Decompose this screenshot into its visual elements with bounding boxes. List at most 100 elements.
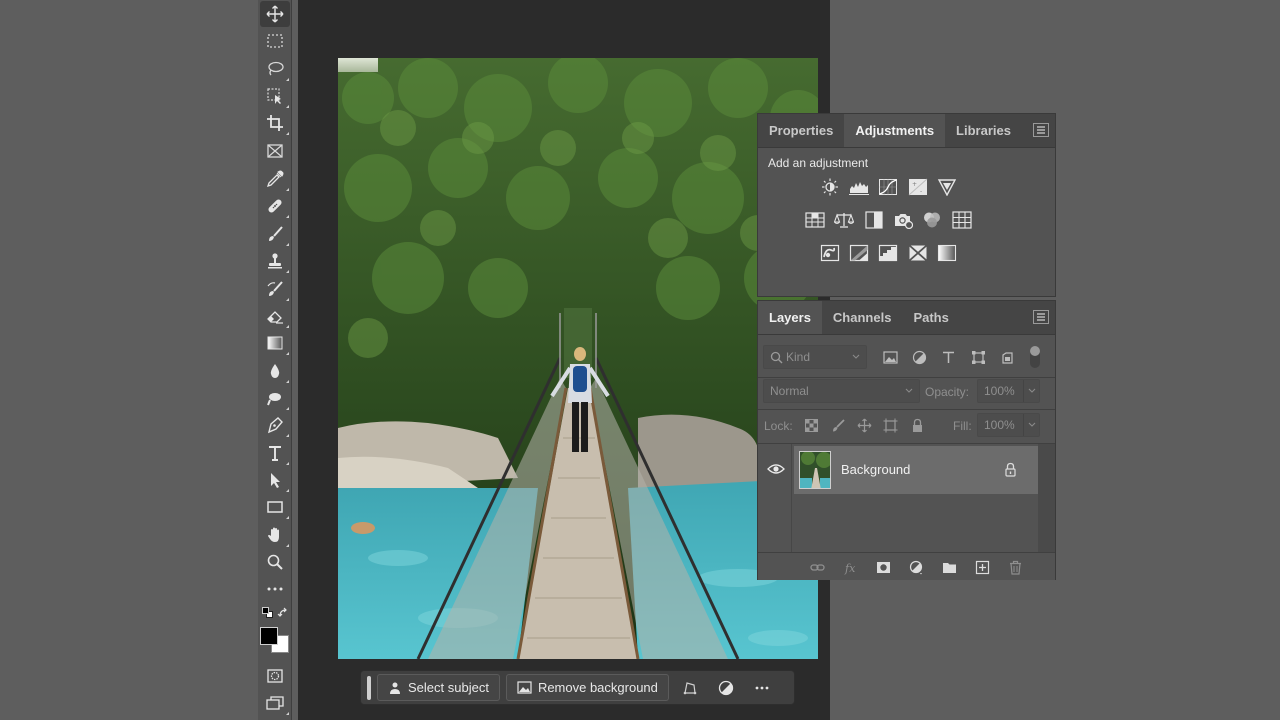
lock-position-icon[interactable]: [855, 416, 873, 434]
lock-all-icon[interactable]: [908, 416, 926, 434]
color-lookup-icon[interactable]: [951, 210, 973, 230]
filter-smart-object-icon[interactable]: [998, 348, 1016, 366]
new-adjustment-layer-icon[interactable]: [907, 558, 925, 576]
tab-properties[interactable]: Properties: [758, 114, 844, 147]
tab-adjustments[interactable]: Adjustments: [844, 114, 946, 147]
more-options-button[interactable]: [747, 674, 777, 701]
new-group-icon[interactable]: [940, 558, 958, 576]
foreground-color-swatch[interactable]: [260, 627, 278, 645]
swap-colors-icon[interactable]: [277, 606, 289, 618]
quick-mask-button[interactable]: [260, 663, 290, 689]
brush-tool[interactable]: [260, 221, 290, 247]
lock-image-pixels-icon[interactable]: [829, 416, 847, 434]
photo-filter-icon[interactable]: [892, 210, 914, 230]
brush-icon: [269, 226, 283, 241]
photo-suspension-bridge: [338, 58, 818, 659]
move-tool[interactable]: [260, 1, 290, 27]
filter-shape-icon[interactable]: [969, 348, 987, 366]
tab-layers[interactable]: Layers: [758, 301, 822, 334]
delete-layer-icon[interactable]: [1006, 558, 1024, 576]
new-layer-icon[interactable]: [973, 558, 991, 576]
image-icon: [517, 681, 532, 694]
opacity-value: 100%: [984, 384, 1015, 398]
color-balance-icon[interactable]: [833, 210, 855, 230]
lock-transparent-pixels-icon[interactable]: [802, 416, 820, 434]
path-select-tool[interactable]: [260, 467, 290, 493]
select-subject-button[interactable]: Select subject: [377, 674, 500, 701]
layer-filter-kind-select[interactable]: Kind: [763, 345, 867, 369]
tab-channels[interactable]: Channels: [822, 301, 903, 334]
ellipsis-icon: [267, 587, 283, 591]
move-icon: [266, 5, 284, 23]
fill-input[interactable]: 100%: [977, 413, 1040, 437]
gradient-map-icon[interactable]: [936, 243, 958, 263]
layer-lock-icon[interactable]: [1004, 462, 1018, 477]
remove-background-label: Remove background: [537, 680, 658, 695]
brightness-contrast-icon[interactable]: [819, 177, 841, 197]
screen-mode-button[interactable]: [260, 690, 290, 716]
filter-type-icon[interactable]: [939, 348, 957, 366]
transform-icon: [683, 681, 697, 694]
channel-mixer-icon[interactable]: [921, 210, 943, 230]
link-layers-icon[interactable]: [808, 558, 826, 576]
opacity-input[interactable]: 100%: [977, 379, 1040, 403]
blend-mode-select[interactable]: Normal: [763, 379, 920, 403]
zoom-tool[interactable]: [260, 549, 290, 575]
exposure-icon[interactable]: + -: [907, 177, 929, 197]
rectangle-tool[interactable]: [260, 494, 290, 520]
crop-icon: [267, 115, 283, 131]
remove-background-button[interactable]: Remove background: [505, 674, 669, 701]
document-image[interactable]: [338, 58, 818, 659]
dodge-tool[interactable]: [260, 385, 290, 411]
default-colors-icon[interactable]: [262, 607, 274, 619]
transform-button[interactable]: [675, 674, 705, 701]
adjustment-button[interactable]: [711, 674, 741, 701]
black-white-icon[interactable]: [863, 210, 885, 230]
add-mask-icon[interactable]: [874, 558, 892, 576]
posterize-icon[interactable]: [848, 243, 870, 263]
eyedropper-tool[interactable]: [260, 166, 290, 192]
invert-icon[interactable]: [819, 243, 841, 263]
selective-color-icon[interactable]: [907, 243, 929, 263]
fill-dropdown[interactable]: [1023, 414, 1039, 436]
lasso-tool[interactable]: [260, 56, 290, 82]
lock-artboard-icon[interactable]: [881, 416, 899, 434]
history-brush-tool[interactable]: [260, 276, 290, 302]
filter-pixel-icon[interactable]: [881, 348, 899, 366]
filter-toggle-switch[interactable]: [1030, 346, 1040, 368]
task-bar-grip[interactable]: [367, 675, 371, 700]
panel-menu-icon[interactable]: [1033, 123, 1049, 137]
stamp-icon: [268, 253, 282, 269]
object-select-tool[interactable]: [260, 83, 290, 109]
levels-icon[interactable]: [848, 177, 870, 197]
crop-tool[interactable]: [260, 110, 290, 136]
frame-tool[interactable]: [260, 138, 290, 164]
quick-mask-icon: [267, 669, 283, 683]
vibrance-icon[interactable]: [936, 177, 958, 197]
tab-libraries[interactable]: Libraries: [945, 114, 1022, 147]
more-tools[interactable]: [260, 576, 290, 602]
layer-scroll-track[interactable]: [1038, 444, 1055, 552]
layer-name[interactable]: Background: [841, 462, 910, 477]
curves-icon[interactable]: [877, 177, 899, 197]
clone-stamp-tool[interactable]: [260, 248, 290, 274]
layer-style-fx-icon[interactable]: fx: [842, 558, 860, 576]
gradient-tool[interactable]: [260, 330, 290, 356]
opacity-dropdown[interactable]: [1023, 380, 1039, 402]
document-canvas-area[interactable]: Select subject Remove background: [298, 0, 830, 720]
adjustments-panel-tabs: Properties Adjustments Libraries: [758, 114, 1055, 148]
panel-menu-icon[interactable]: [1033, 310, 1049, 324]
layer-row-background[interactable]: Background: [794, 446, 1038, 494]
eraser-tool[interactable]: [260, 303, 290, 329]
type-tool[interactable]: [260, 440, 290, 466]
hand-tool[interactable]: [260, 522, 290, 548]
tab-paths[interactable]: Paths: [902, 301, 959, 334]
threshold-icon[interactable]: [877, 243, 899, 263]
filter-adjustment-icon[interactable]: [910, 348, 928, 366]
marquee-tool[interactable]: [260, 28, 290, 54]
healing-brush-tool[interactable]: [260, 193, 290, 219]
layer-visibility-toggle[interactable]: [767, 462, 785, 476]
pen-tool[interactable]: [260, 412, 290, 438]
hue-saturation-icon[interactable]: [804, 210, 826, 230]
blur-tool[interactable]: [260, 358, 290, 384]
